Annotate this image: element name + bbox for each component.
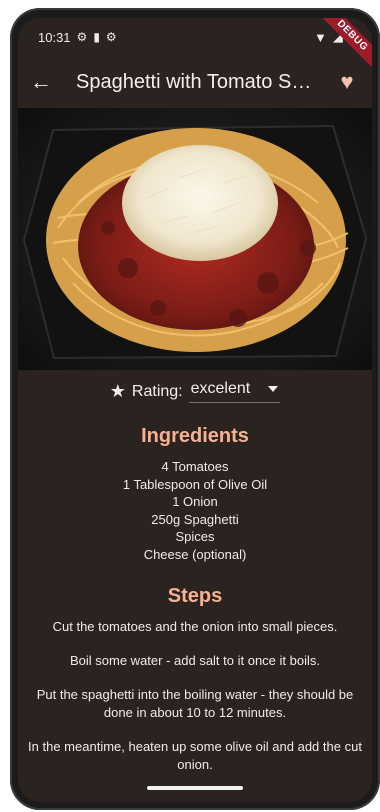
ingredient-item: 4 Tomatoes [161,459,229,474]
page-title: Spaghetti with Tomato Sau… [76,70,318,93]
screen: DEBUG 10:31 ⚙ ▮ ⚙ ▼ ◢ ▮ ← Spaghetti with… [18,18,372,802]
gear-icon: ⚙ [105,30,117,44]
step-item: Put the spaghetti into the boiling water… [36,687,354,720]
caret-down-icon [268,386,279,392]
rating-value: excelent [190,380,251,397]
app-bar: ← Spaghetti with Tomato Sau… ♥ [18,56,372,108]
step-item: Cut the tomatoes and the onion into smal… [52,619,338,634]
ingredients-heading: Ingredients [141,425,249,447]
ingredient-item: 250g Spaghetti [151,511,239,527]
ingredient-item: Cheese (optional) [143,546,247,562]
back-arrow-icon[interactable]: ← [30,71,60,93]
ingredient-item: 1 Tablespoon of Olive Oil [122,476,268,492]
sd-card-icon: ▮ [93,30,100,44]
ingredient-item: 1 Onion [172,494,218,509]
status-bar: 10:31 ⚙ ▮ ⚙ ▼ ◢ ▮ [18,18,372,56]
spaghetti-photo [18,108,372,370]
time: 10:31 [38,29,71,45]
star-icon: ★ [109,381,126,401]
step-item: In the meantime, heaten up some olive oi… [28,739,362,772]
status-left: 10:31 ⚙ ▮ ⚙ [38,30,117,45]
navigation-bar [18,774,372,802]
rating-row: ★ Rating: excelent [18,380,372,403]
recipe-image [18,108,372,370]
ingredients-list: 4 Tomatoes 1 Tablespoon of Olive Oil 1 O… [18,458,372,563]
rating-label: Rating: [131,382,183,400]
gear-icon: ⚙ [76,30,88,44]
wifi-icon: ▼ [313,29,327,45]
steps-list: Cut the tomatoes and the onion into smal… [18,618,372,774]
steps-heading: Steps [167,585,223,607]
ingredient-item: Spices [175,529,215,544]
step-item: Boil some water - add salt to it once it… [69,653,320,668]
phone-frame: DEBUG 10:31 ⚙ ▮ ⚙ ▼ ◢ ▮ ← Spaghetti with… [10,8,380,810]
rating-dropdown[interactable]: excelent [188,380,281,403]
home-gesture-handle[interactable] [147,786,243,790]
favorite-heart-icon[interactable]: ♥ [334,69,360,95]
